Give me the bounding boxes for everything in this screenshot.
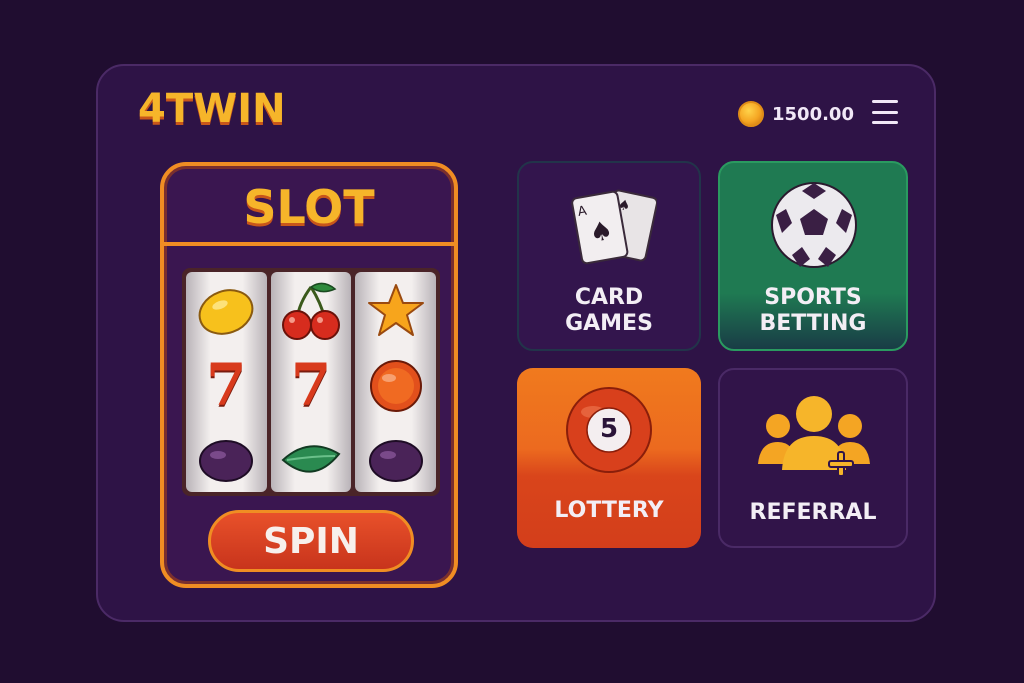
slot-header: SLOT xyxy=(164,166,454,246)
balance-amount: 1500.00 xyxy=(772,103,854,125)
reel-1: 7 xyxy=(186,272,267,492)
coin-icon xyxy=(738,101,764,127)
tile-card-games[interactable]: ♠ A ♠ CARD GAMES xyxy=(517,161,701,351)
balance-display[interactable]: 1500.00 xyxy=(738,98,854,130)
slot-reels: 7 7 xyxy=(182,268,440,496)
reel-3 xyxy=(355,272,437,492)
lottery-ball-icon: 5 xyxy=(563,384,655,476)
tile-sports-betting[interactable]: SPORTS BETTING xyxy=(718,161,908,351)
star-icon xyxy=(355,278,436,344)
brand-logo[interactable]: 4TWIN xyxy=(138,86,286,132)
lemon-icon xyxy=(186,278,267,344)
seven-symbol: 7 xyxy=(206,351,247,419)
card-games-label-line2: GAMES xyxy=(565,311,653,336)
slot-machine[interactable]: SLOT 7 7 SPIN xyxy=(160,162,458,588)
plum-icon xyxy=(186,426,267,492)
sports-betting-label-line1: SPORTS xyxy=(764,285,862,310)
cherries-icon xyxy=(271,278,352,344)
add-users-icon xyxy=(754,390,874,486)
slot-title: SLOT xyxy=(243,180,375,234)
soccer-ball-icon xyxy=(768,179,860,275)
playing-cards-icon: ♠ A ♠ xyxy=(567,185,659,275)
lottery-ball-number: 5 xyxy=(599,414,619,444)
hamburger-menu-icon[interactable] xyxy=(872,100,898,124)
card-games-label-line1: CARD xyxy=(574,285,644,310)
lottery-label: LOTTERY xyxy=(554,498,664,523)
tile-referral[interactable]: REFERRAL xyxy=(718,368,908,548)
tile-lottery[interactable]: 5 LOTTERY xyxy=(517,368,701,548)
plum-icon xyxy=(355,426,436,492)
sports-betting-label-line2: BETTING xyxy=(759,311,867,336)
leaf-icon xyxy=(271,426,352,492)
referral-label: REFERRAL xyxy=(749,500,877,525)
spin-button[interactable]: SPIN xyxy=(208,510,414,572)
seven-symbol: 7 xyxy=(290,351,332,419)
orange-icon xyxy=(355,352,436,418)
reel-2: 7 xyxy=(270,272,352,492)
